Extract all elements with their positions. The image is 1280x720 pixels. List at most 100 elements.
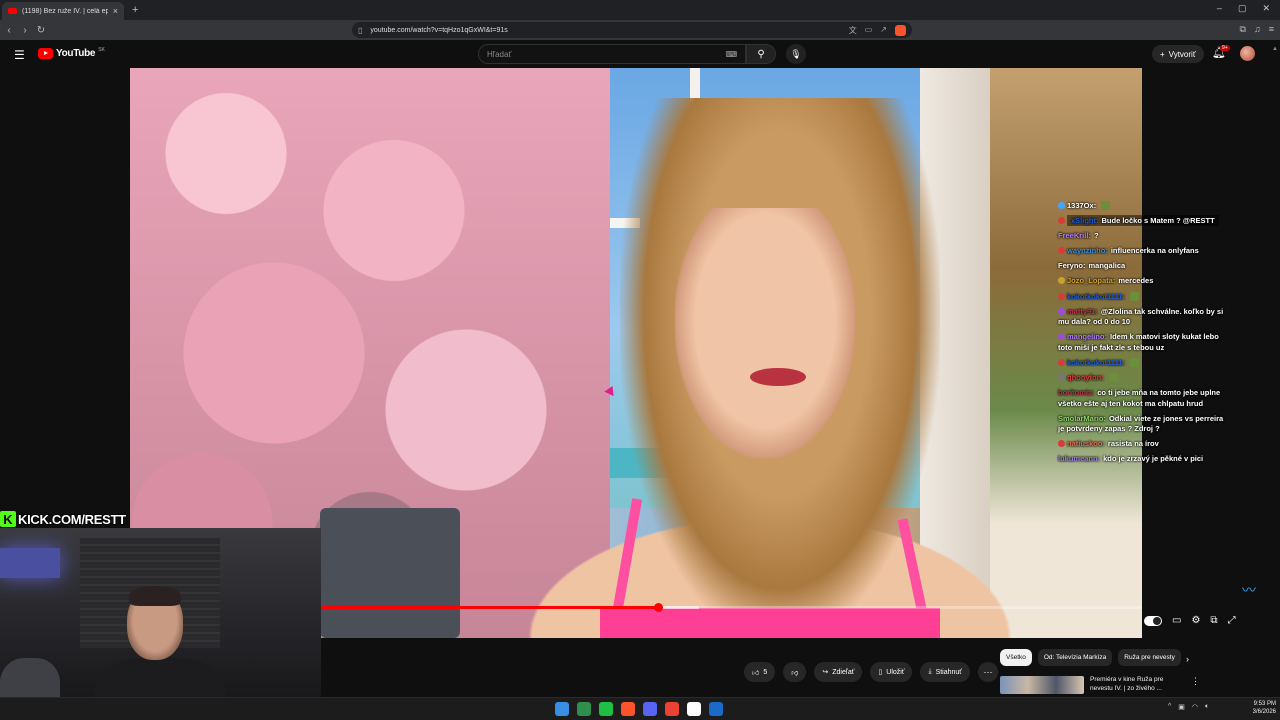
more-icon: ⋯ [983, 666, 993, 677]
chip-related[interactable]: Ruža pre nevesty [1118, 649, 1181, 666]
download-button[interactable]: ⤓ Stiahnuť [920, 662, 970, 682]
more-actions-button[interactable]: ⋯ [977, 662, 998, 682]
vase [320, 508, 460, 638]
media-icon[interactable]: ♫ [1254, 24, 1261, 35]
chat-badge-icon [1058, 247, 1065, 255]
translate-icon[interactable]: 文 [849, 25, 857, 36]
dislike-button[interactable]: 👎︎ [783, 662, 807, 682]
scrollbar-up-arrow[interactable]: ▲ [1272, 46, 1278, 52]
taskbar-app-icon[interactable] [687, 702, 701, 716]
url-text[interactable]: youtube.com/watch?v=tqHzo1qGxWI&t=91s [370, 27, 840, 34]
like-count: 5 [763, 668, 768, 676]
woman-face [675, 208, 855, 458]
browser-tab[interactable]: (1198) Bez ruže IV. | celá epiz × [2, 2, 124, 20]
tab-close-icon[interactable]: × [113, 6, 118, 16]
scrubber-handle[interactable] [653, 603, 663, 612]
brave-shield-icon[interactable] [895, 24, 906, 36]
search-input[interactable]: Hľadať ⌨ [478, 44, 746, 64]
chat-badge-icon [1058, 307, 1065, 315]
youtube-wordmark: YouTube [56, 48, 96, 59]
cast-icon[interactable]: ▭ [865, 25, 873, 36]
bookmark-icon[interactable]: ▯ [358, 26, 362, 35]
share-button[interactable]: ↪ Zdieľať [814, 662, 863, 682]
taskbar-app-icon[interactable] [665, 702, 679, 716]
close-window-button[interactable]: ✕ [1262, 3, 1270, 14]
tray-app-icon[interactable]: ▣ [1178, 703, 1185, 711]
back-icon[interactable]: ‹ [2, 25, 16, 36]
video-progress-bar[interactable] [321, 603, 1142, 612]
region-code: SK [98, 46, 105, 53]
settings-gear-icon[interactable]: ⚙ [1191, 615, 1200, 626]
chat-message: Jozo_Lopata: mercedes [1058, 276, 1228, 287]
search-icon: ⚲ [757, 48, 765, 60]
guide-menu-icon[interactable]: ☰ [14, 48, 25, 62]
taskbar-app-icon[interactable] [577, 702, 591, 716]
chat-username: boritomiz: [1058, 388, 1095, 398]
monitor-glow [0, 548, 60, 578]
webcam-feed [0, 528, 321, 720]
fullscreen-icon[interactable]: ⤢ [1228, 615, 1236, 626]
account-avatar[interactable] [1240, 46, 1255, 61]
taskbar-apps [555, 702, 723, 716]
tab-title: (1198) Bez ruže IV. | celá epiz [22, 7, 108, 15]
chat-badge-icon [1058, 373, 1065, 381]
taskbar-app-icon[interactable] [709, 702, 723, 716]
volume-icon[interactable]: 🔈︎ [1205, 703, 1209, 711]
chat-username: waynzinho: [1067, 246, 1108, 256]
forward-icon[interactable]: › [18, 25, 32, 36]
create-button[interactable]: + Vytvoriť [1152, 45, 1204, 63]
progress-buffered [657, 606, 699, 609]
address-bar-row: ‹ › ↻ ▯ youtube.com/watch?v=tqHzo1qGxWI&… [0, 20, 1280, 40]
chat-message: waynzinho: influencerka na onlyfans [1058, 246, 1228, 257]
chat-text: mercedes [1118, 276, 1154, 286]
recommended-thumbnail[interactable] [1000, 676, 1084, 694]
system-tray: ^ ▣ ◠ 🔈︎ [1168, 703, 1209, 711]
tray-chevron-icon[interactable]: ^ [1168, 703, 1171, 711]
chat-message: boritomiz: co ti jebe mňa na tomto jebe u… [1058, 388, 1228, 409]
taskbar-app-icon[interactable] [621, 702, 635, 716]
recommended-video[interactable]: Premiéra v kine Ruža pre nevestu IV. | z… [1000, 676, 1200, 696]
windows-taskbar: ^ ▣ ◠ 🔈︎ 9:53 PM 3/6/2026 [0, 697, 1280, 720]
like-button[interactable]: 👍︎ 5 [744, 662, 776, 682]
recommended-title[interactable]: Premiéra v kine Ruža pre nevestu IV. | z… [1090, 676, 1185, 696]
window-controls: – ▢ ✕ [1217, 3, 1270, 14]
chevron-right-icon[interactable]: › [1186, 654, 1189, 664]
chat-message: Feryno: mangalica [1058, 261, 1228, 272]
extensions-icon[interactable]: ⧉ [1240, 24, 1246, 35]
keyboard-icon[interactable]: ⌨ [725, 50, 737, 59]
autoplay-toggle[interactable] [1144, 615, 1162, 626]
share-icon: ↪ [822, 669, 829, 676]
voice-search-button[interactable]: 🎙︎ [786, 44, 806, 64]
chat-badge-icon [1058, 440, 1065, 448]
network-icon[interactable]: ◠ [1192, 703, 1198, 711]
chat-text: rasista na írov [1107, 439, 1159, 449]
maximize-button[interactable]: ▢ [1238, 3, 1247, 14]
taskbar-app-icon[interactable] [643, 702, 657, 716]
new-tab-icon[interactable]: + [132, 4, 138, 16]
youtube-play-icon [38, 48, 53, 59]
subtitles-icon[interactable]: ▭ [1172, 615, 1181, 626]
chat-badge-icon [1058, 358, 1065, 366]
taskbar-clock[interactable]: 9:53 PM 3/6/2026 [1240, 700, 1276, 716]
taskbar-app-icon[interactable] [555, 702, 569, 716]
youtube-logo[interactable]: YouTube SK [38, 46, 105, 59]
chat-message: FreeKrill:? [1058, 231, 1228, 242]
miniplayer-icon[interactable]: ⧉ [1210, 615, 1217, 626]
chip-all[interactable]: Všetko [1000, 649, 1032, 666]
reload-icon[interactable]: ↻ [34, 25, 48, 36]
share-page-icon[interactable]: ↗ [880, 25, 887, 36]
taskbar-app-icon[interactable] [599, 702, 613, 716]
url-bar[interactable]: ▯ youtube.com/watch?v=tqHzo1qGxWI&t=91s … [352, 22, 912, 38]
download-label: Stiahnuť [935, 668, 962, 676]
chip-from-channel[interactable]: Od: Televízia Markíza [1037, 649, 1113, 666]
chat-username: Jozo_Lopata: [1067, 276, 1116, 286]
search-button[interactable]: ⚲ [746, 44, 776, 64]
chat-username: FreeKrill: [1058, 231, 1091, 241]
clock-time: 9:53 PM [1253, 701, 1276, 707]
minimize-button[interactable]: – [1217, 3, 1222, 14]
chat-badge-icon [1058, 202, 1065, 209]
menu-icon[interactable]: ≡ [1269, 24, 1274, 35]
recommended-menu-icon[interactable]: ⋮ [1191, 676, 1200, 696]
save-button[interactable]: ▯ Uložiť [870, 662, 913, 682]
chat-emote-icon [1108, 372, 1118, 382]
